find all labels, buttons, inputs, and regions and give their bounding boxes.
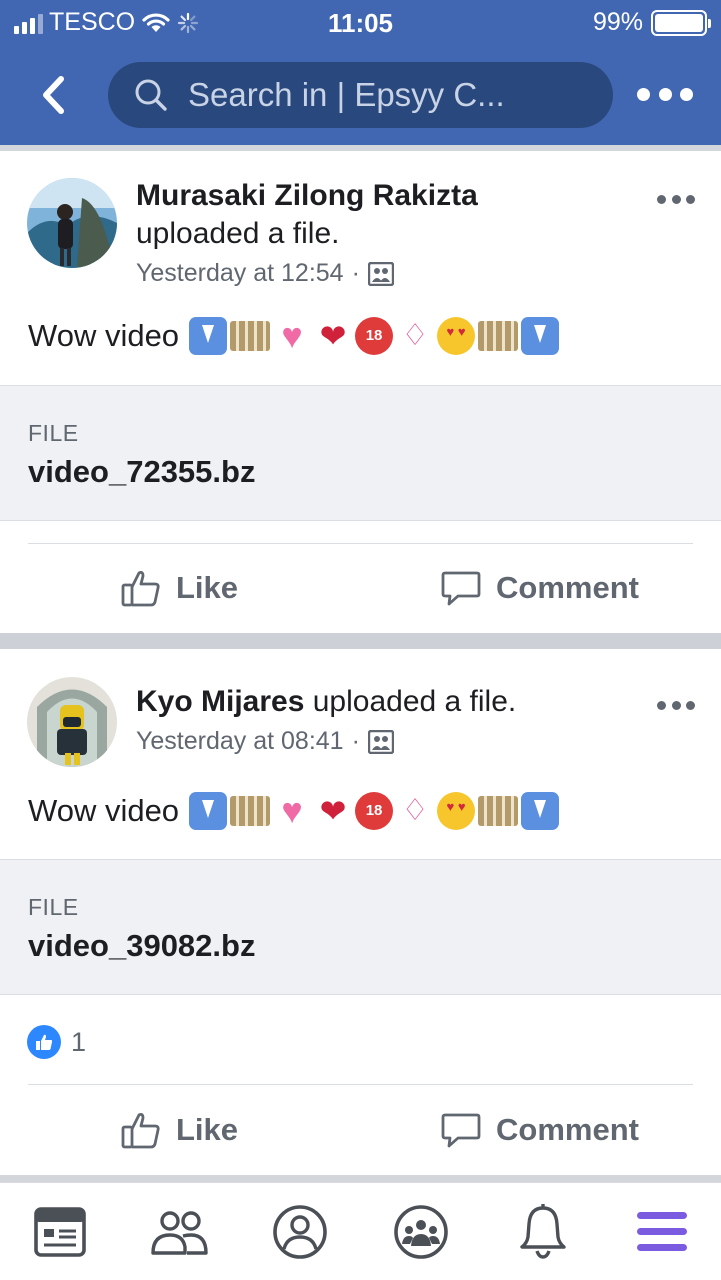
- film-icon: [478, 321, 519, 351]
- comment-icon: [441, 571, 481, 606]
- like-button[interactable]: Like: [120, 567, 238, 609]
- post-meta: Yesterday at 08:41 ·: [136, 727, 394, 756]
- down-arrow-icon: [521, 317, 560, 355]
- post-card: Kyo Mijares uploaded a file. Yesterday a…: [0, 649, 721, 1175]
- author-name[interactable]: Kyo Mijares: [136, 685, 304, 718]
- down-arrow-icon: [189, 317, 228, 355]
- emoji-row: ♥ ❤ 18 ♢ ♥ ♥: [189, 315, 560, 356]
- film-icon: [230, 321, 271, 351]
- file-label: FILE: [28, 894, 79, 920]
- post-header: Kyo Mijares uploaded a file.: [136, 683, 631, 721]
- like-label: Like: [176, 570, 239, 605]
- battery-group: 99%: [592, 8, 711, 37]
- like-button[interactable]: Like: [120, 1109, 238, 1151]
- no-under-18-icon: 18: [355, 792, 394, 830]
- film-icon: [230, 796, 271, 826]
- meta-separator: ·: [351, 727, 360, 755]
- post-action-text: uploaded a file.: [312, 685, 517, 718]
- actions-divider: [28, 1084, 693, 1085]
- back-icon: [43, 76, 64, 114]
- file-attachment[interactable]: FILE video_39082.bz: [0, 859, 721, 995]
- post-text: Wow video ♥ ❤ 18 ♢ ♥ ♥: [28, 790, 560, 831]
- search-input[interactable]: [188, 76, 588, 114]
- reaction-summary[interactable]: 1: [27, 1025, 86, 1059]
- file-attachment[interactable]: FILE video_72355.bz: [0, 385, 721, 521]
- comment-icon: [441, 1113, 481, 1148]
- no-under-18-icon: 18: [355, 317, 394, 355]
- comment-label: Comment: [496, 1112, 639, 1147]
- reaction-count: 1: [71, 1026, 87, 1057]
- group-icon: [367, 261, 394, 286]
- tab-friends[interactable]: [146, 1201, 212, 1263]
- tab-news-feed[interactable]: [27, 1201, 93, 1263]
- search-icon: [135, 79, 167, 111]
- news-feed-icon: [34, 1207, 86, 1257]
- avatar[interactable]: [27, 677, 117, 767]
- down-arrow-icon: [189, 792, 228, 830]
- post-meta: Yesterday at 12:54 ·: [136, 259, 394, 288]
- more-icon: [657, 195, 666, 204]
- post-options-button[interactable]: [657, 195, 695, 207]
- comment-button[interactable]: Comment: [440, 567, 639, 609]
- film-icon: [478, 796, 519, 826]
- search-bar[interactable]: [108, 62, 613, 128]
- post-timestamp[interactable]: Yesterday at 08:41: [136, 727, 344, 756]
- post-message: Wow video: [28, 793, 180, 828]
- status-bar: TESCO 11:05 99%: [0, 0, 721, 46]
- app-header: TESCO 11:05 99%: [0, 0, 721, 145]
- post-text: Wow video ♥ ❤ 18 ♢ ♥ ♥: [28, 315, 560, 356]
- profile-icon: [273, 1205, 327, 1259]
- tab-profile[interactable]: [267, 1201, 333, 1263]
- notifications-icon: [520, 1204, 566, 1259]
- post-separator: [0, 633, 721, 649]
- more-icon: [657, 701, 666, 710]
- post-action-text: uploaded a file.: [136, 217, 340, 250]
- post-message: Wow video: [28, 318, 180, 353]
- heart-eyes-icon: ♥ ♥: [437, 792, 476, 830]
- down-arrow-icon: [521, 792, 560, 830]
- meta-separator: ·: [351, 259, 360, 287]
- groups-icon: [394, 1205, 448, 1259]
- post-separator: [0, 1175, 721, 1182]
- post-timestamp[interactable]: Yesterday at 12:54: [136, 259, 344, 288]
- emoji-row: ♥ ❤ 18 ♢ ♥ ♥: [189, 790, 560, 831]
- file-name[interactable]: video_72355.bz: [28, 454, 255, 490]
- group-icon: [367, 729, 394, 754]
- menu-icon: [637, 1212, 687, 1251]
- bikini-icon: ♢: [401, 319, 429, 352]
- kiss-mark-icon: ❤: [319, 318, 347, 354]
- thumbs-up-icon: [121, 1113, 160, 1149]
- comment-label: Comment: [496, 570, 639, 605]
- sparkling-heart-icon: ♥: [281, 315, 303, 356]
- post-card: Murasaki Zilong Rakizta uploaded a file.…: [0, 151, 721, 633]
- author-name[interactable]: Murasaki Zilong Rakizta: [136, 179, 478, 212]
- more-icon: [637, 87, 650, 101]
- more-options-button[interactable]: [637, 74, 693, 114]
- friends-icon: [151, 1211, 208, 1255]
- file-label: FILE: [28, 420, 79, 446]
- battery-percent: 99%: [592, 8, 643, 36]
- bikini-icon: ♢: [401, 794, 429, 827]
- sparkling-heart-icon: ♥: [281, 790, 303, 831]
- actions-divider: [28, 543, 693, 544]
- comment-button[interactable]: Comment: [440, 1109, 639, 1151]
- file-name[interactable]: video_39082.bz: [28, 928, 255, 964]
- tab-groups[interactable]: [388, 1201, 454, 1263]
- avatar[interactable]: [27, 178, 117, 268]
- bottom-tab-bar: [0, 1182, 721, 1280]
- tab-menu[interactable]: [629, 1201, 695, 1263]
- post-header: Murasaki Zilong Rakizta uploaded a file.: [136, 177, 631, 253]
- tab-notifications[interactable]: [510, 1201, 576, 1263]
- like-label: Like: [176, 1112, 239, 1147]
- like-reaction-icon: [27, 1025, 61, 1059]
- thumbs-up-icon: [121, 571, 160, 607]
- post-options-button[interactable]: [657, 701, 695, 713]
- heart-eyes-icon: ♥ ♥: [437, 317, 476, 355]
- kiss-mark-icon: ❤: [319, 793, 347, 829]
- back-button[interactable]: [28, 70, 78, 120]
- nav-row: [0, 56, 721, 132]
- battery-icon: [651, 9, 711, 36]
